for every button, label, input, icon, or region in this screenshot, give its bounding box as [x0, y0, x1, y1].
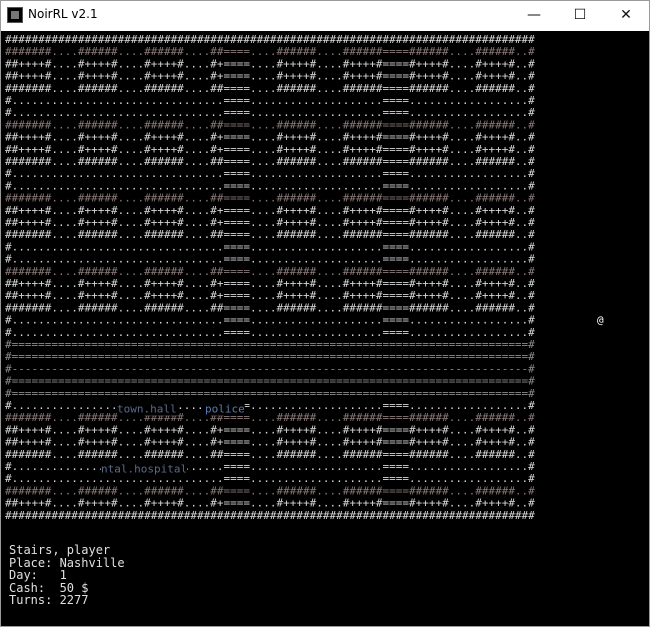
- map-row: #=======================================…: [5, 338, 535, 351]
- map-row: #######....######....######....##====...…: [5, 118, 535, 131]
- map-row: #######....######....######....##====...…: [5, 192, 535, 205]
- maximize-button[interactable]: ☐: [557, 1, 603, 30]
- map-row: #######....######....######....##====...…: [5, 411, 535, 424]
- map-row: ##++++#....#++++#....#++++#....#+====...…: [5, 277, 535, 290]
- map-row: #................................====...…: [5, 167, 535, 180]
- map-row: #######....######....######....##====...…: [5, 82, 535, 95]
- status-panel: Stairs, player Place: Nashville Day: 1 C…: [9, 544, 125, 607]
- map-row: #=======================================…: [5, 350, 535, 363]
- map-row: ##++++#....#++++#....#++++#....#+====...…: [5, 57, 535, 70]
- map-row: ##++++#....#++++#....#++++#....#+====...…: [5, 436, 535, 449]
- map-row: #######....######....######....##====...…: [5, 155, 535, 168]
- map-row: ##++++#....#++++#....#++++#....#+====...…: [5, 423, 535, 436]
- status-day: Day: 1: [9, 568, 67, 582]
- map-row: ##++++#....#++++#....#++++#....#+====...…: [5, 131, 535, 144]
- title-bar[interactable]: NoirRL v2.1 — ☐ ✕: [1, 1, 649, 30]
- map-row: #................................====...…: [5, 326, 535, 339]
- map-row: #................................====...…: [5, 314, 535, 327]
- map-row: ##++++#....#++++#....#++++#....#+====...…: [5, 70, 535, 83]
- game-window: NoirRL v2.1 — ☐ ✕ ######################…: [0, 0, 650, 627]
- map-row: ##++++#....#++++#....#++++#....#+====...…: [5, 204, 535, 217]
- map-row: ##++++#....#++++#....#++++#....#+====...…: [5, 216, 535, 229]
- map-row: #................................====...…: [5, 106, 535, 119]
- ascii-map: ########################################…: [5, 33, 605, 522]
- map-row: ##++++#....#++++#....#++++#....#+====...…: [5, 497, 535, 510]
- app-icon: [7, 7, 23, 23]
- game-viewport[interactable]: ########################################…: [1, 31, 649, 626]
- map-row: ##++++#....#++++#....#++++#....#+====...…: [5, 143, 535, 156]
- map-row: ########################################…: [5, 33, 535, 46]
- map-row: #######....######....######....##====...…: [5, 265, 535, 278]
- map-row: #................................====...…: [5, 472, 535, 485]
- map-row: #................................====...…: [5, 240, 535, 253]
- map-row: #................................====...…: [5, 460, 535, 473]
- map-row: #................................====...…: [5, 253, 535, 266]
- map-row: #######....######....######....##====...…: [5, 301, 535, 314]
- map-label-town-hall: town.hall: [117, 403, 177, 416]
- map-row: #................................====...…: [5, 399, 535, 412]
- map-row: #---------------------------------------…: [5, 362, 535, 375]
- map-row: #=======================================…: [5, 375, 535, 388]
- map-row: #######....######....######....##====...…: [5, 448, 535, 461]
- map-row: ########################################…: [5, 509, 535, 522]
- map-row: ##++++#....#++++#....#++++#....#+====...…: [5, 289, 535, 302]
- map-row: #######....######....######....##====...…: [5, 228, 535, 241]
- map-row: #######....######....######....##====...…: [5, 484, 535, 497]
- map-row: #................................====...…: [5, 94, 535, 107]
- map-label-police: police: [205, 403, 245, 416]
- minimize-button[interactable]: —: [511, 1, 557, 30]
- status-turns: Turns: 2277: [9, 593, 89, 607]
- window-title: NoirRL v2.1: [28, 7, 98, 21]
- map-label-hospital: ntal.hospital: [101, 462, 187, 475]
- close-button[interactable]: ✕: [603, 1, 649, 30]
- map-row: #................................====...…: [5, 179, 535, 192]
- player-glyph: @: [597, 314, 604, 327]
- status-message: Stairs, player: [9, 543, 111, 557]
- map-row: #=======================================…: [5, 387, 535, 400]
- map-row: #######....######....######....##====...…: [5, 45, 535, 58]
